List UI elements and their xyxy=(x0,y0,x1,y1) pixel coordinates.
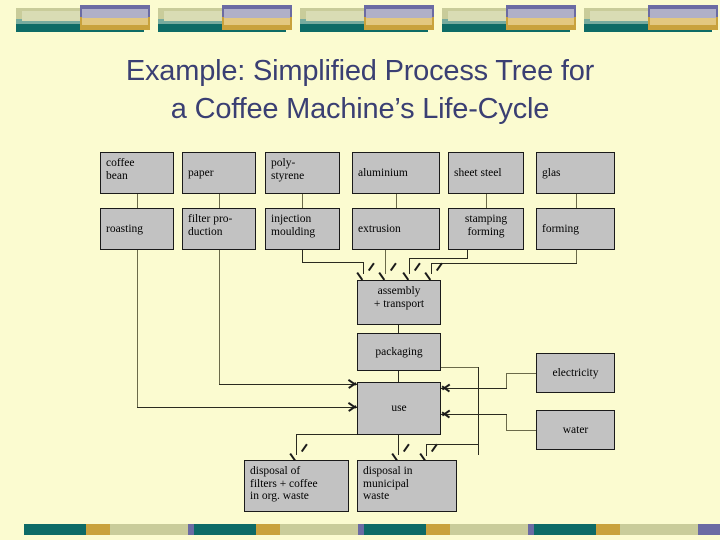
node-label-assembly-2: + transport xyxy=(373,297,425,310)
connector-stampingforming-assembly-h xyxy=(409,258,468,260)
node-label-disposal-organic-1: disposal of xyxy=(250,465,301,477)
node-assembly-transport[interactable]: assembly + transport xyxy=(357,280,441,325)
node-disposal-municipal[interactable]: disposal in municipal waste xyxy=(357,460,457,512)
node-label-coffee-bean-1: coffee xyxy=(106,157,135,169)
node-label-sheet-steel: sheet steel xyxy=(454,166,502,179)
connector-forming-assembly-h xyxy=(431,263,577,265)
connector-water-use-h1 xyxy=(506,430,536,432)
connector-use-disposalorganic-h xyxy=(296,434,358,436)
node-sheet-steel[interactable]: sheet steel xyxy=(448,152,524,194)
decor-seg-olive xyxy=(450,524,528,535)
connector-packaging-disposalmunicipal-h2 xyxy=(426,444,479,446)
connector-electricity-use-h1 xyxy=(506,373,536,375)
node-filter-production[interactable]: filter pro- duction xyxy=(182,208,256,250)
connector-water-use-h2 xyxy=(440,414,507,416)
node-label-disposal-municipal-1: disposal in xyxy=(363,465,413,477)
node-label-disposal-municipal-2: municipal xyxy=(363,477,409,490)
node-paper[interactable]: paper xyxy=(182,152,256,194)
node-label-aluminium: aluminium xyxy=(358,166,408,179)
connector-polystyrene-injectionmoulding xyxy=(302,194,304,209)
connector-forming-assembly-v2 xyxy=(431,263,433,274)
connector-extrusion-assembly xyxy=(385,250,387,274)
node-roasting[interactable]: roasting xyxy=(100,208,174,250)
node-label-filter-production-2: duction xyxy=(188,225,223,238)
node-label-electricity: electricity xyxy=(552,366,599,379)
decor-seg-olive xyxy=(280,524,358,535)
connector-use-disposalmunicipal xyxy=(398,435,400,455)
node-aluminium[interactable]: aluminium xyxy=(352,152,440,194)
node-label-disposal-organic-2: filters + coffee xyxy=(250,477,318,490)
node-label-paper: paper xyxy=(188,166,214,179)
connector-paper-filterproduction xyxy=(219,194,221,209)
decor-seg-slate xyxy=(698,524,720,535)
node-packaging[interactable]: packaging xyxy=(357,333,441,371)
decor-unit xyxy=(620,524,720,535)
connector-forming-assembly-v1 xyxy=(576,250,578,264)
connector-roasting-use-v xyxy=(137,250,139,408)
node-label-stamping-forming-2: forming xyxy=(467,225,505,238)
node-label-injection-moulding-1: injection xyxy=(271,213,312,225)
node-electricity[interactable]: electricity xyxy=(536,353,615,393)
node-label-coffee-bean-2: bean xyxy=(106,169,128,182)
connector-filterproduction-use-v xyxy=(219,250,221,385)
connector-coffeebean-roasting xyxy=(137,194,139,209)
connector-packaging-disposalmunicipal-v xyxy=(478,367,480,455)
connector-electricity-use-v xyxy=(506,373,508,389)
connector-electricity-use-h2 xyxy=(440,388,507,390)
node-label-disposal-organic-3: in org. waste xyxy=(250,490,309,502)
connector-injectionmoulding-assembly-h xyxy=(302,262,364,264)
node-use[interactable]: use xyxy=(357,382,441,435)
process-tree-diagram: coffee bean paper poly- styrene aluminiu… xyxy=(0,0,720,540)
node-label-water: water xyxy=(562,423,589,436)
connector-stampingforming-assembly-v2 xyxy=(409,258,411,274)
decor-seg-olive xyxy=(620,524,698,535)
connector-aluminium-extrusion xyxy=(396,194,398,209)
node-label-polystyrene-1: poly- xyxy=(271,157,296,169)
connector-water-use-v xyxy=(506,414,508,431)
connector-sheetsteel-stampingforming xyxy=(486,194,488,209)
node-label-polystyrene-2: styrene xyxy=(271,169,305,182)
node-label-assembly-1: assembly xyxy=(377,285,421,297)
node-polystyrene[interactable]: poly- styrene xyxy=(265,152,340,194)
node-label-forming: forming xyxy=(542,222,580,235)
node-label-roasting: roasting xyxy=(106,222,144,235)
node-glas[interactable]: glas xyxy=(536,152,615,194)
decor-seg-olive xyxy=(110,524,188,535)
node-water[interactable]: water xyxy=(536,410,615,450)
node-label-filter-production-1: filter pro- xyxy=(188,213,233,225)
decor-seg-teal xyxy=(364,524,426,535)
node-label-glas: glas xyxy=(542,166,561,179)
connector-packaging-disposalmunicipal-h xyxy=(440,367,479,369)
node-disposal-organic[interactable]: disposal of filters + coffee in org. was… xyxy=(244,460,349,512)
node-forming[interactable]: forming xyxy=(536,208,615,250)
connector-filterproduction-use-h xyxy=(219,384,357,386)
node-injection-moulding[interactable]: injection moulding xyxy=(265,208,340,250)
node-label-stamping-forming-1: stamping xyxy=(464,213,508,225)
bottom-decorative-bar xyxy=(0,524,720,538)
decor-seg-teal xyxy=(24,524,86,535)
node-label-injection-moulding-2: moulding xyxy=(271,225,316,238)
connector-injectionmoulding-assembly-v2 xyxy=(363,262,365,274)
node-stamping-forming[interactable]: stamping forming xyxy=(448,208,524,250)
node-label-disposal-municipal-3: waste xyxy=(363,490,390,502)
node-label-extrusion: extrusion xyxy=(358,222,401,235)
connector-roasting-use-h xyxy=(137,407,357,409)
decor-seg-teal xyxy=(194,524,256,535)
node-label-packaging: packaging xyxy=(375,345,423,358)
node-extrusion[interactable]: extrusion xyxy=(352,208,440,250)
connector-glas-forming xyxy=(576,194,578,209)
node-coffee-bean[interactable]: coffee bean xyxy=(100,152,174,194)
decor-seg-teal xyxy=(534,524,596,535)
connector-packaging-disposalmunicipal-v2 xyxy=(426,444,428,456)
node-label-use: use xyxy=(391,402,407,415)
connector-use-disposalorganic-v xyxy=(296,434,298,455)
